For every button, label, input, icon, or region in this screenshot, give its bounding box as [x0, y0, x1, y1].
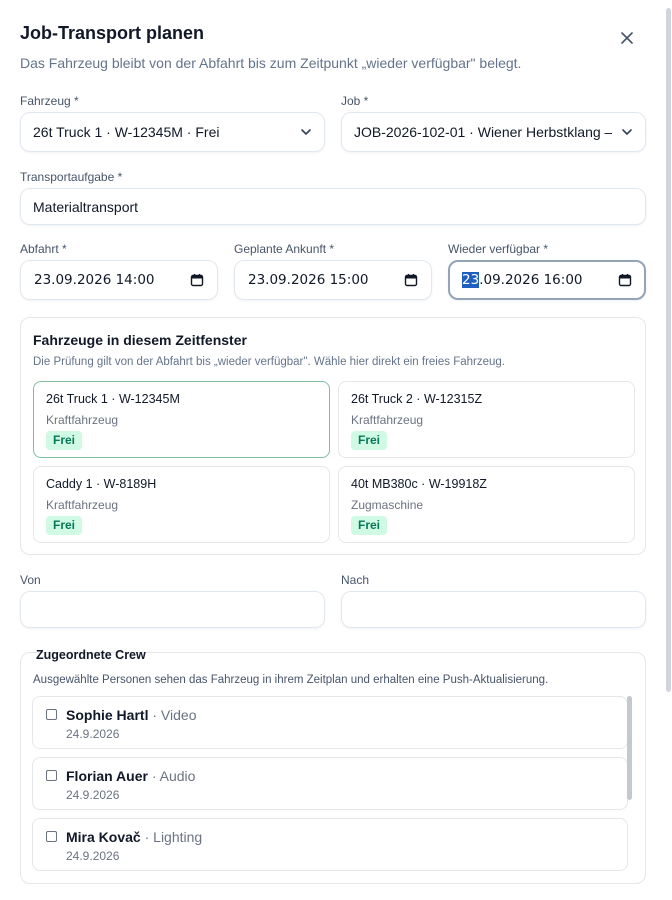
- vehicle-card-mb380c[interactable]: 40t MB380c · W-19918Z Zugmaschine Frei: [338, 466, 635, 543]
- crew-member-name: Florian Auer · Audio: [66, 768, 196, 784]
- calendar-icon[interactable]: [618, 273, 632, 287]
- available-label: Wieder verfügbar *: [448, 242, 549, 256]
- availability-panel: Fahrzeuge in diesem Zeitfenster Die Prüf…: [20, 317, 646, 555]
- crew-description: Ausgewählte Personen sehen das Fahrzeug …: [33, 674, 549, 686]
- task-input-value: Materialtransport: [33, 198, 139, 215]
- job-label: Job *: [341, 94, 369, 108]
- from-input[interactable]: [20, 591, 325, 628]
- departure-datetime-input[interactable]: 23.09.2026 14:00: [20, 260, 218, 300]
- available-value-rest: .09.2026 16:00: [479, 272, 583, 288]
- availability-description: Die Prüfung gilt von der Abfahrt bis „wi…: [33, 356, 505, 368]
- crew-member-date: 24.9.2026: [66, 849, 120, 863]
- availability-title: Fahrzeuge in diesem Zeitfenster: [33, 332, 247, 348]
- crew-item-mira[interactable]: Mira Kovač · Lighting 24.9.2026: [32, 818, 628, 871]
- crew-scrollbar[interactable]: [627, 696, 632, 800]
- dialog-scrollbar[interactable]: [666, 8, 671, 692]
- crew-member-role: Audio: [159, 768, 196, 784]
- task-input[interactable]: Materialtransport: [20, 188, 646, 225]
- status-badge: Frei: [46, 516, 83, 535]
- status-badge: Frei: [351, 431, 388, 450]
- vehicle-select-value: 26t Truck 1 · W-12345M · Frei: [33, 124, 220, 140]
- dialog-subtitle: Das Fahrzeug bleibt von der Abfahrt bis …: [20, 55, 522, 71]
- arrival-datetime-input[interactable]: 23.09.2026 15:00: [234, 260, 432, 300]
- available-value: 23.09.2026 16:00: [462, 272, 583, 288]
- chevron-down-icon: [301, 129, 311, 135]
- job-select[interactable]: JOB-2026-102-01 · Wiener Herbstklang –: [341, 112, 646, 152]
- vehicle-card-type: Zugmaschine: [351, 498, 424, 512]
- crew-title: Zugeordnete Crew: [36, 648, 146, 662]
- vehicle-card-truck-2[interactable]: 26t Truck 2 · W-12315Z Kraftfahrzeug Fre…: [338, 381, 635, 458]
- crew-member-name: Mira Kovač · Lighting: [66, 829, 203, 845]
- vehicle-card-name: 40t MB380c · W-19918Z: [351, 477, 487, 491]
- vehicle-card-type: Kraftfahrzeug: [46, 498, 119, 512]
- vehicle-card-caddy-1[interactable]: Caddy 1 · W-8189H Kraftfahrzeug Frei: [33, 466, 330, 543]
- task-label: Transportaufgabe *: [20, 170, 123, 184]
- vehicle-card-truck-1[interactable]: 26t Truck 1 · W-12345M Kraftfahrzeug Fre…: [33, 381, 330, 458]
- available-datetime-input[interactable]: 23.09.2026 16:00: [448, 260, 646, 300]
- crew-item-sophie[interactable]: Sophie Hartl · Video 24.9.2026: [32, 696, 628, 749]
- vehicle-card-name: 26t Truck 2 · W-12315Z: [351, 392, 483, 406]
- departure-value: 23.09.2026 14:00: [34, 272, 155, 288]
- arrival-label: Geplante Ankunft *: [234, 242, 335, 256]
- job-select-value: JOB-2026-102-01 · Wiener Herbstklang –: [354, 124, 613, 140]
- available-day-segment[interactable]: 23: [462, 272, 480, 288]
- calendar-icon[interactable]: [404, 273, 418, 287]
- crew-member-name: Sophie Hartl · Video: [66, 707, 197, 723]
- arrival-value: 23.09.2026 15:00: [248, 272, 369, 288]
- close-button[interactable]: [616, 27, 638, 49]
- crew-checkbox[interactable]: [46, 831, 57, 842]
- to-input[interactable]: [341, 591, 646, 628]
- vehicle-card-name: Caddy 1 · W-8189H: [46, 477, 157, 491]
- transport-dialog: Job-Transport planen Das Fahrzeug bleibt…: [0, 0, 672, 900]
- to-label: Nach: [341, 573, 370, 587]
- status-badge: Frei: [351, 516, 388, 535]
- calendar-icon[interactable]: [190, 273, 204, 287]
- crew-member-role: Lighting: [153, 829, 203, 845]
- vehicle-select[interactable]: 26t Truck 1 · W-12345M · Frei: [20, 112, 325, 152]
- chevron-down-icon: [622, 129, 632, 135]
- crew-checkbox[interactable]: [46, 770, 57, 781]
- dialog-title: Job-Transport planen: [20, 23, 205, 43]
- crew-item-florian[interactable]: Florian Auer · Audio 24.9.2026: [32, 757, 628, 810]
- crew-member-date: 24.9.2026: [66, 727, 120, 741]
- vehicle-card-type: Kraftfahrzeug: [46, 413, 119, 427]
- close-icon: [621, 32, 633, 44]
- vehicle-card-type: Kraftfahrzeug: [351, 413, 424, 427]
- crew-checkbox[interactable]: [46, 709, 57, 720]
- vehicle-card-name: 26t Truck 1 · W-12345M: [46, 392, 180, 406]
- departure-label: Abfahrt *: [20, 242, 67, 256]
- crew-member-role: Video: [160, 707, 197, 723]
- crew-member-date: 24.9.2026: [66, 788, 120, 802]
- from-label: Von: [20, 573, 41, 587]
- status-badge: Frei: [46, 431, 83, 450]
- vehicle-label: Fahrzeug *: [20, 94, 79, 108]
